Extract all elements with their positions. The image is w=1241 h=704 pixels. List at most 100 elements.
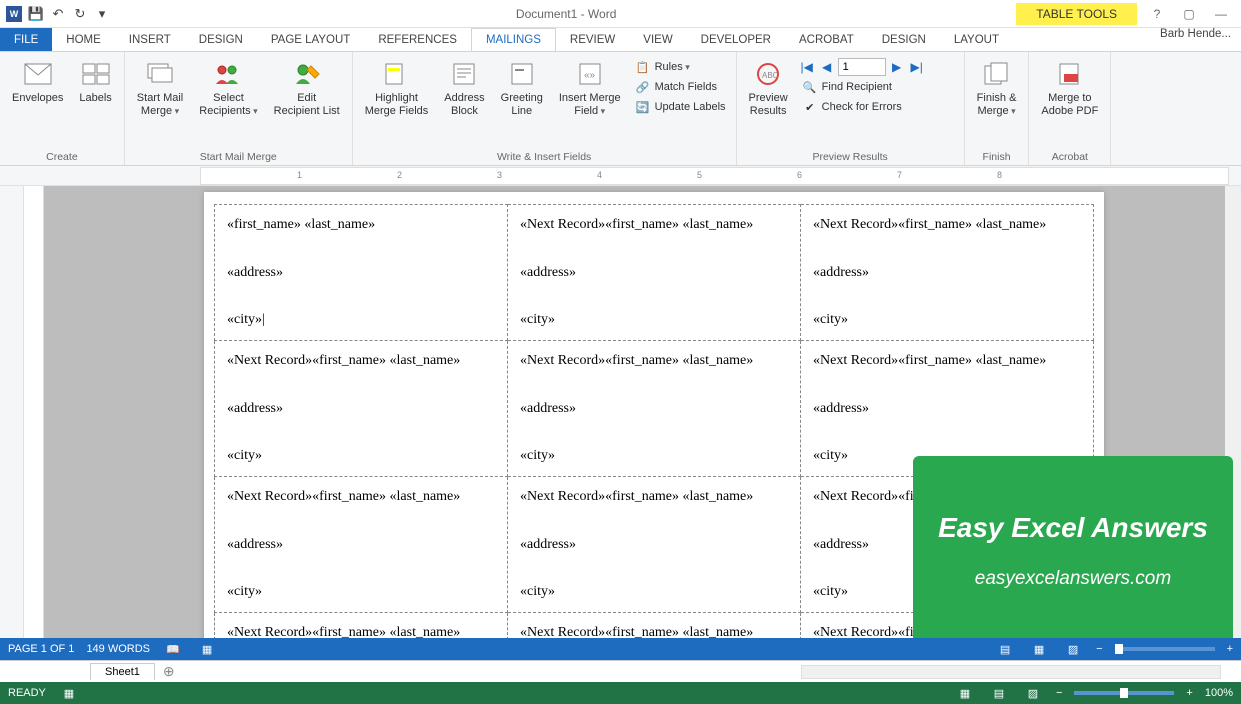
tab-insert[interactable]: INSERT [115,28,185,51]
label-cell[interactable]: «Next Record»«first_name» «last_name»«ad… [215,340,508,476]
label-cell[interactable]: «Next Record»«first_name» «last_name» [215,612,508,638]
undo-icon[interactable]: ↶ [48,4,68,24]
save-icon[interactable]: 💾 [26,4,46,24]
group-acrobat: Merge toAdobe PDF Acrobat [1029,52,1111,165]
first-record-icon[interactable]: |◀ [798,58,816,76]
excel-status-text: READY [8,687,46,699]
excel-zoom-slider[interactable] [1074,691,1174,695]
label-cell[interactable]: «Next Record»«first_name» «last_name»«ad… [508,340,801,476]
redo-icon[interactable]: ↻ [70,4,90,24]
zoom-out-icon[interactable]: − [1096,643,1102,655]
tab-design[interactable]: DESIGN [185,28,257,51]
edit-list-icon [291,58,323,90]
help-icon[interactable]: ? [1145,4,1169,24]
horizontal-ruler[interactable]: 1 2 3 4 5 6 7 8 [200,167,1229,185]
update-labels-button[interactable]: 🔄Update Labels [631,98,730,116]
tab-view[interactable]: VIEW [629,28,686,51]
excel-macro-icon[interactable]: ▦ [58,684,80,702]
label-cell[interactable]: «Next Record»«first_name» «last_name»«ad… [801,205,1094,341]
pdf-icon [1054,58,1086,90]
document-area: «first_name» «last_name»«address»«city»|… [0,186,1241,638]
user-name[interactable]: Barb Hende... [1150,28,1241,51]
zoom-in-icon[interactable]: + [1227,643,1233,655]
page-indicator[interactable]: PAGE 1 OF 1 [8,643,74,655]
tab-table-layout[interactable]: LAYOUT [940,28,1013,51]
record-number-input[interactable] [838,58,886,76]
check-errors-button[interactable]: ✔Check for Errors [798,98,958,116]
edit-recipient-list-button[interactable]: EditRecipient List [268,56,346,120]
label-cell[interactable]: «Next Record»«first_name» «last_name»«ad… [508,205,801,341]
group-create-label: Create [6,149,118,163]
rules-button[interactable]: 📋Rules [631,58,730,76]
label-cell[interactable]: «Next Record»«first_name» «last_name»«ad… [508,476,801,612]
check-icon: ✔ [802,99,818,115]
minimize-icon[interactable]: — [1209,4,1233,24]
page-break-view-icon[interactable]: ▨ [1022,684,1044,702]
last-record-icon[interactable]: ▶| [908,58,926,76]
group-preview: ABC PreviewResults |◀ ◀ ▶ ▶| 🔍Find Recip… [737,52,965,165]
merge-to-pdf-button[interactable]: Merge toAdobe PDF [1035,56,1104,120]
record-navigation: |◀ ◀ ▶ ▶| [798,58,958,76]
label-cell[interactable]: «Next Record»«first_name» «last_name»«ad… [215,476,508,612]
tab-mailings[interactable]: MAILINGS [471,28,556,51]
spellcheck-icon[interactable]: 📖 [162,640,184,658]
word-app-icon[interactable]: W [4,4,24,24]
ribbon-options-icon[interactable]: ▢ [1177,4,1201,24]
group-create: Envelopes Labels Create [0,52,125,165]
highlight-merge-fields-button[interactable]: HighlightMerge Fields [359,56,435,120]
ribbon-tabs: FILE HOME INSERT DESIGN PAGE LAYOUT REFE… [0,28,1241,52]
read-mode-icon[interactable]: ▤ [994,640,1016,658]
web-layout-icon[interactable]: ▨ [1062,640,1084,658]
prev-record-icon[interactable]: ◀ [818,58,836,76]
labels-button[interactable]: Labels [73,56,117,107]
greeting-line-button[interactable]: GreetingLine [495,56,549,120]
sheet-tab[interactable]: Sheet1 [90,663,155,680]
tab-file[interactable]: FILE [0,28,52,51]
preview-results-button[interactable]: ABC PreviewResults [743,56,794,120]
tab-home[interactable]: HOME [52,28,115,51]
start-mail-merge-button[interactable]: Start MailMerge [131,56,189,120]
excel-zoom-value[interactable]: 100% [1205,687,1233,699]
add-sheet-icon[interactable]: ⊕ [155,663,183,680]
finish-merge-button[interactable]: Finish &Merge [971,56,1023,120]
qat-dropdown-icon[interactable]: ▾ [92,4,112,24]
tab-developer[interactable]: DEVELOPER [687,28,785,51]
horizontal-scrollbar[interactable] [801,665,1221,679]
select-recipients-button[interactable]: SelectRecipients [193,56,263,120]
vertical-ruler[interactable] [24,186,44,638]
tab-review[interactable]: REVIEW [556,28,629,51]
address-block-button[interactable]: AddressBlock [438,56,490,120]
svg-text:«»: «» [584,70,596,81]
tab-references[interactable]: REFERENCES [364,28,471,51]
label-cell[interactable]: «first_name» «last_name»«address»«city»| [215,205,508,341]
greeting-icon [506,58,538,90]
label-cell[interactable]: «Next Record»«first_name» «last_name» [508,612,801,638]
excel-zoom-in-icon[interactable]: + [1186,687,1192,699]
normal-view-icon[interactable]: ▦ [954,684,976,702]
match-icon: 🔗 [635,79,651,95]
left-gutter [0,186,24,638]
excel-zoom-out-icon[interactable]: − [1056,687,1062,699]
envelopes-button[interactable]: Envelopes [6,56,69,107]
envelope-icon [22,58,54,90]
svg-text:ABC: ABC [762,71,779,80]
insert-field-icon: «» [574,58,606,90]
recipients-icon [212,58,244,90]
highlight-icon [380,58,412,90]
tab-table-design[interactable]: DESIGN [868,28,940,51]
mail-merge-icon [144,58,176,90]
macro-icon[interactable]: ▦ [196,640,218,658]
update-icon: 🔄 [635,99,651,115]
word-count[interactable]: 149 WORDS [86,643,150,655]
find-recipient-button[interactable]: 🔍Find Recipient [798,78,958,96]
print-layout-icon[interactable]: ▦ [1028,640,1050,658]
preview-icon: ABC [752,58,784,90]
zoom-slider[interactable] [1115,647,1215,651]
tab-page-layout[interactable]: PAGE LAYOUT [257,28,364,51]
tab-acrobat[interactable]: ACROBAT [785,28,868,51]
group-write-label: Write & Insert Fields [359,149,730,163]
insert-merge-field-button[interactable]: «» Insert MergeField [553,56,627,120]
next-record-icon[interactable]: ▶ [888,58,906,76]
match-fields-button[interactable]: 🔗Match Fields [631,78,730,96]
page-layout-view-icon[interactable]: ▤ [988,684,1010,702]
